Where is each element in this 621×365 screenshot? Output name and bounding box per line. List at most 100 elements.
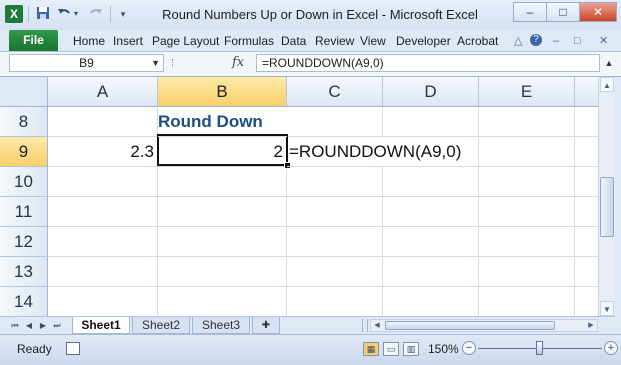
row-header-10[interactable]: 10 bbox=[0, 167, 48, 197]
cell-b14[interactable] bbox=[158, 287, 287, 316]
insert-sheet-icon[interactable]: ✚ bbox=[252, 317, 280, 334]
column-header-c[interactable]: C bbox=[287, 77, 383, 107]
macro-record-icon[interactable] bbox=[66, 342, 80, 355]
vertical-scroll-thumb[interactable] bbox=[600, 177, 614, 237]
cell-c9[interactable]: =ROUNDDOWN(A9,0) bbox=[287, 137, 461, 167]
last-sheet-icon[interactable]: ⏭ bbox=[51, 320, 63, 332]
cell-d10[interactable] bbox=[383, 167, 479, 197]
cell-c8[interactable] bbox=[287, 107, 383, 137]
insert-function-icon[interactable]: fx bbox=[232, 55, 244, 70]
cell-e11[interactable] bbox=[479, 197, 575, 227]
excel-icon[interactable]: X bbox=[5, 5, 23, 23]
undo-dropdown-icon[interactable]: ▾ bbox=[72, 6, 80, 22]
name-box[interactable]: B9 ▼ bbox=[9, 54, 164, 72]
minimize-button[interactable]: – bbox=[513, 2, 547, 22]
cell-e9[interactable] bbox=[479, 137, 575, 167]
zoom-level[interactable]: 150% bbox=[428, 342, 459, 356]
cell-d8[interactable] bbox=[383, 107, 479, 137]
cell-d13[interactable] bbox=[383, 257, 479, 287]
tab-data[interactable]: Data bbox=[281, 33, 306, 49]
cell-b8[interactable]: Round Down bbox=[158, 107, 287, 137]
chevron-down-icon[interactable]: ▾ bbox=[115, 6, 131, 22]
close-button[interactable]: ✕ bbox=[579, 2, 617, 22]
cell-d12[interactable] bbox=[383, 227, 479, 257]
tab-file[interactable]: File bbox=[9, 30, 58, 51]
workbook-minimize-button[interactable]: – bbox=[553, 34, 559, 48]
cell-a10[interactable] bbox=[48, 167, 158, 197]
cell-d11[interactable] bbox=[383, 197, 479, 227]
cell-c14[interactable] bbox=[287, 287, 383, 316]
workbook-restore-button[interactable]: □ bbox=[574, 34, 581, 48]
cell-c11[interactable] bbox=[287, 197, 383, 227]
row-header-12[interactable]: 12 bbox=[0, 227, 48, 257]
cell-f8[interactable] bbox=[575, 107, 598, 137]
maximize-button[interactable]: □ bbox=[546, 2, 580, 22]
row-header-13[interactable]: 13 bbox=[0, 257, 48, 287]
zoom-in-button[interactable]: + bbox=[604, 341, 618, 355]
page-break-view-button[interactable]: ▥ bbox=[403, 342, 419, 356]
prev-sheet-icon[interactable]: ◀ bbox=[23, 320, 35, 332]
column-header-d[interactable]: D bbox=[383, 77, 479, 107]
horizontal-scroll-thumb[interactable] bbox=[385, 321, 555, 330]
column-header-a[interactable]: A bbox=[48, 77, 158, 107]
cell-b10[interactable] bbox=[158, 167, 287, 197]
cell-f13[interactable] bbox=[575, 257, 598, 287]
minimize-ribbon-icon[interactable]: △ bbox=[514, 34, 522, 48]
select-all-corner[interactable] bbox=[0, 77, 48, 107]
sheet-tab-sheet1[interactable]: Sheet1 bbox=[72, 317, 130, 334]
cell-a11[interactable] bbox=[48, 197, 158, 227]
page-layout-view-button[interactable]: ▭ bbox=[383, 342, 399, 356]
row-header-8[interactable]: 8 bbox=[0, 107, 48, 137]
zoom-slider-thumb[interactable] bbox=[536, 341, 543, 355]
cell-f11[interactable] bbox=[575, 197, 598, 227]
tab-formulas[interactable]: Formulas bbox=[224, 33, 274, 49]
cell-a14[interactable] bbox=[48, 287, 158, 316]
undo-icon[interactable] bbox=[56, 6, 72, 22]
tab-review[interactable]: Review bbox=[315, 33, 354, 49]
cell-a13[interactable] bbox=[48, 257, 158, 287]
cell-b12[interactable] bbox=[158, 227, 287, 257]
scroll-left-button[interactable]: ◀ bbox=[371, 320, 383, 331]
next-sheet-icon[interactable]: ▶ bbox=[37, 320, 49, 332]
cell-a9[interactable]: 2.3 bbox=[48, 137, 158, 167]
column-header-e[interactable]: E bbox=[479, 77, 575, 107]
worksheet-grid[interactable]: A B C D E 8 9 10 11 12 13 14 Round Down 2… bbox=[0, 77, 598, 316]
cell-e8[interactable] bbox=[479, 107, 575, 137]
formula-input[interactable]: =ROUNDDOWN(A9,0) bbox=[256, 54, 600, 72]
cell-d14[interactable] bbox=[383, 287, 479, 316]
column-header-b[interactable]: B bbox=[158, 77, 287, 107]
cell-b13[interactable] bbox=[158, 257, 287, 287]
cell-e14[interactable] bbox=[479, 287, 575, 316]
cell-e13[interactable] bbox=[479, 257, 575, 287]
cell-f14[interactable] bbox=[575, 287, 598, 316]
cell-f10[interactable] bbox=[575, 167, 598, 197]
cell-a12[interactable] bbox=[48, 227, 158, 257]
tab-home[interactable]: Home bbox=[73, 33, 105, 49]
column-header-partial[interactable] bbox=[575, 77, 598, 107]
row-header-9[interactable]: 9 bbox=[0, 137, 48, 167]
scroll-up-button[interactable]: ▲ bbox=[600, 77, 614, 92]
save-icon[interactable] bbox=[35, 6, 51, 22]
tab-page-layout[interactable]: Page Layout bbox=[152, 33, 219, 49]
row-header-11[interactable]: 11 bbox=[0, 197, 48, 227]
tab-acrobat[interactable]: Acrobat bbox=[457, 33, 498, 49]
cell-e12[interactable] bbox=[479, 227, 575, 257]
cell-c12[interactable] bbox=[287, 227, 383, 257]
cell-a8[interactable] bbox=[48, 107, 158, 137]
cell-e10[interactable] bbox=[479, 167, 575, 197]
cell-b9[interactable]: 2 bbox=[158, 137, 287, 167]
scroll-right-button[interactable]: ▶ bbox=[585, 320, 597, 331]
tab-view[interactable]: View bbox=[360, 33, 386, 49]
help-icon[interactable]: ? bbox=[530, 34, 542, 46]
cell-f12[interactable] bbox=[575, 227, 598, 257]
vertical-scrollbar[interactable]: ▲ ▼ bbox=[598, 77, 615, 316]
cell-b11[interactable] bbox=[158, 197, 287, 227]
expand-formula-bar-icon[interactable]: ▲ bbox=[603, 56, 615, 70]
zoom-out-button[interactable]: − bbox=[462, 341, 476, 355]
chevron-down-icon[interactable]: ▼ bbox=[151, 55, 160, 71]
scroll-down-button[interactable]: ▼ bbox=[600, 301, 614, 316]
row-header-14[interactable]: 14 bbox=[0, 287, 48, 316]
tab-split-handle[interactable] bbox=[362, 319, 368, 332]
normal-view-button[interactable]: ▦ bbox=[363, 342, 379, 356]
tab-insert[interactable]: Insert bbox=[113, 33, 143, 49]
